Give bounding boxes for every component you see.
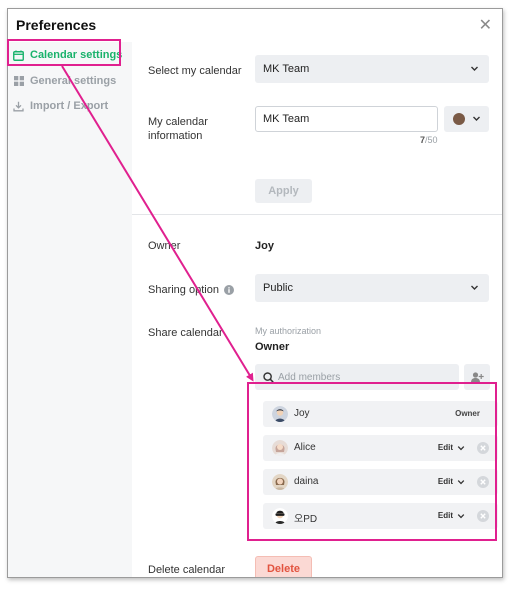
add-user-button[interactable] [464, 364, 490, 390]
member-row: 오PD Edit [263, 503, 498, 529]
delete-calendar-label: Delete calendar [148, 564, 226, 576]
char-counter: 7/50 [420, 135, 438, 145]
sharing-option-value: Public [263, 282, 293, 294]
char-limit: /50 [425, 135, 438, 145]
share-calendar-label: Share calendar [148, 327, 223, 339]
section-divider [132, 214, 502, 215]
info-icon[interactable] [223, 285, 234, 295]
sharing-option-text: Sharing option [148, 284, 219, 296]
member-name: Joy [294, 408, 310, 419]
avatar [272, 406, 288, 422]
add-user-icon [470, 371, 484, 382]
grid-icon [13, 76, 24, 87]
owner-label: Owner [148, 240, 181, 252]
permission-dropdown[interactable]: Edit [438, 443, 465, 452]
owner-value: Joy [255, 240, 274, 252]
add-members-placeholder: Add members [278, 371, 341, 383]
remove-member-icon[interactable] [477, 476, 489, 488]
sidebar-item-calendar-settings[interactable]: Calendar settings [13, 49, 122, 61]
calendar-select[interactable]: MK Team [255, 55, 489, 83]
sidebar-item-general-settings[interactable]: General settings [13, 75, 116, 87]
select-calendar-label: Select my calendar [148, 65, 242, 77]
chevron-down-icon [457, 513, 465, 518]
permission-dropdown[interactable]: Edit [438, 511, 465, 520]
avatar [272, 508, 288, 524]
chevron-down-icon [457, 479, 465, 484]
member-row: daina Edit [263, 469, 498, 495]
remove-member-icon[interactable] [477, 510, 489, 522]
permission-value: Edit [437, 511, 453, 520]
calendar-icon [13, 50, 24, 61]
download-icon [13, 101, 24, 112]
calendar-settings-panel: Select my calendar MK Team My calendar i… [132, 42, 502, 577]
chevron-down-icon [471, 285, 478, 290]
avatar [272, 440, 288, 456]
member-row: Alice Edit [263, 435, 498, 461]
calendar-name-input[interactable] [255, 106, 438, 132]
member-role: Owner [455, 409, 480, 418]
sidebar-item-label: Import / Export [30, 100, 109, 112]
apply-button[interactable]: Apply [255, 179, 312, 203]
my-authorization-label: My authorization [255, 326, 322, 336]
avatar [272, 474, 288, 490]
calendar-info-label: My calendar information [148, 116, 208, 142]
chevron-down-icon [473, 116, 480, 121]
add-members-search[interactable]: Add members [255, 364, 459, 390]
sidebar-item-import-export[interactable]: Import / Export [13, 100, 108, 112]
dialog-title: Preferences [16, 17, 97, 33]
remove-member-icon[interactable] [477, 442, 489, 454]
member-name: Alice [294, 442, 316, 453]
permission-dropdown[interactable]: Edit [438, 477, 465, 486]
permission-value: Edit [437, 443, 453, 452]
delete-button[interactable]: Delete [255, 556, 312, 577]
calendar-select-value: MK Team [263, 63, 310, 75]
sidebar-item-label: Calendar settings [30, 49, 123, 61]
close-icon[interactable]: ✕ [479, 15, 492, 35]
permission-value: Edit [437, 477, 453, 486]
preferences-dialog: Preferences ✕ Calendar settings General … [7, 8, 503, 578]
sidebar: Calendar settings General settings Impor… [8, 42, 132, 577]
sharing-option-select[interactable]: Public [255, 274, 489, 302]
sidebar-item-label: General settings [30, 75, 117, 87]
my-authorization-value: Owner [255, 341, 290, 353]
member-name: daina [294, 476, 319, 487]
search-icon [263, 371, 274, 383]
color-swatch [453, 113, 465, 125]
color-picker-button[interactable] [444, 106, 489, 132]
chevron-down-icon [471, 66, 478, 71]
member-row: Joy Owner [263, 401, 498, 427]
sharing-option-label: Sharing option [148, 283, 234, 297]
chevron-down-icon [457, 445, 465, 450]
member-name: 오PD [294, 514, 318, 525]
